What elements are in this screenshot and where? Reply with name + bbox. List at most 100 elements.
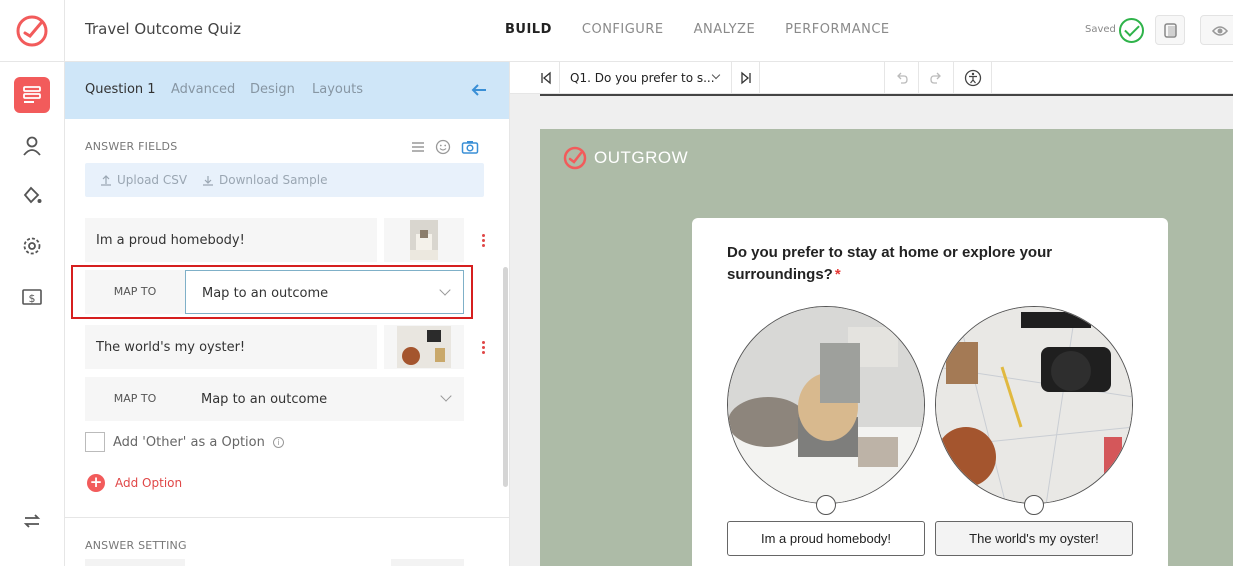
- rail-sync[interactable]: [14, 503, 50, 539]
- undo-button[interactable]: [884, 62, 919, 94]
- upload-csv-button[interactable]: Upload CSV: [117, 173, 187, 187]
- outgrow-logo-icon: [16, 15, 48, 47]
- option-2-map-row: MAP TO Map to an outcome: [85, 377, 464, 421]
- question-select[interactable]: Q1. Do you prefer to s...: [560, 62, 732, 94]
- saved-check-icon: [1119, 18, 1144, 43]
- undo-icon: [896, 72, 908, 84]
- option-2-outcome-select[interactable]: Map to an outcome: [185, 377, 464, 421]
- panel-scrollbar[interactable]: [503, 267, 508, 487]
- preview-button[interactable]: [1200, 15, 1233, 45]
- tab-question-1[interactable]: Question 1: [85, 82, 156, 97]
- answer-setting-field: [85, 559, 185, 566]
- choice-1-radio[interactable]: [816, 495, 836, 515]
- sync-icon: [23, 514, 41, 528]
- duplicate-button[interactable]: [1155, 15, 1185, 45]
- question-label: Do you prefer to stay at home or explore…: [727, 244, 1053, 283]
- choice-2-image[interactable]: [935, 306, 1133, 504]
- oyster-photo: [936, 307, 1132, 503]
- rail-builder[interactable]: [14, 77, 50, 113]
- rail-user[interactable]: [14, 128, 50, 164]
- download-icon: [203, 176, 213, 186]
- dollar-icon: $: [22, 289, 42, 305]
- copy-icon: [1164, 23, 1177, 38]
- top-bar: Travel Outcome Quiz BUILD CONFIGURE ANAL…: [0, 0, 1233, 62]
- divider: [65, 517, 509, 518]
- preview-top-stripe: [540, 94, 1233, 96]
- option-1-image[interactable]: [384, 218, 464, 262]
- question-select-value: Q1. Do you prefer to s...: [570, 71, 715, 85]
- first-question-button[interactable]: [532, 62, 560, 94]
- chevron-down-icon: [440, 390, 452, 402]
- list-icon[interactable]: [410, 139, 426, 155]
- gear-icon: [23, 237, 41, 255]
- preview-area: Q1. Do you prefer to s... OUTGROW Do you…: [510, 62, 1233, 566]
- rail-design[interactable]: [14, 177, 50, 213]
- option-2-image[interactable]: [384, 325, 464, 369]
- download-sample-button[interactable]: Download Sample: [219, 173, 327, 187]
- option-1-text[interactable]: Im a proud homebody!: [85, 218, 377, 262]
- paint-bucket-icon: [23, 186, 42, 204]
- user-icon: [23, 136, 41, 156]
- question-text: Do you prefer to stay at home or explore…: [727, 242, 1067, 286]
- tab-layouts[interactable]: Layouts: [312, 82, 363, 97]
- other-option-checkbox[interactable]: [85, 432, 105, 452]
- nav-performance[interactable]: PERFORMANCE: [785, 22, 889, 37]
- other-option-row: Add 'Other' as a Option i: [85, 432, 284, 452]
- saved-status-label: Saved: [1085, 24, 1116, 35]
- answer-setting-label: ANSWER SETTING: [85, 539, 187, 552]
- choice-1-button[interactable]: Im a proud homebody!: [727, 521, 925, 556]
- redo-icon: [930, 72, 941, 84]
- rail-billing[interactable]: $: [14, 280, 50, 316]
- info-icon[interactable]: i: [272, 436, 284, 448]
- back-arrow-icon[interactable]: [469, 80, 489, 100]
- tab-advanced[interactable]: Advanced: [171, 82, 235, 97]
- answer-setting-field: [391, 559, 464, 566]
- choice-2-radio[interactable]: [1024, 495, 1044, 515]
- option-2-text[interactable]: The world's my oyster!: [85, 325, 377, 369]
- option-1-menu-icon[interactable]: [482, 234, 486, 248]
- outgrow-logo-icon: [563, 146, 587, 170]
- redo-button[interactable]: [919, 62, 954, 94]
- eye-icon: [1211, 26, 1229, 36]
- choice-1-image[interactable]: [727, 306, 925, 504]
- tab-design[interactable]: Design: [250, 82, 295, 97]
- answer-fields-label: ANSWER FIELDS: [85, 140, 178, 153]
- add-option-button[interactable]: + Add Option: [87, 474, 182, 492]
- option-2-outcome-value: Map to an outcome: [201, 392, 328, 407]
- skip-back-icon: [540, 71, 551, 85]
- skip-forward-icon: [740, 71, 751, 85]
- builder-icon: [23, 86, 41, 103]
- option-2-menu-icon[interactable]: [482, 341, 486, 355]
- choice-2-button[interactable]: The world's my oyster!: [935, 521, 1133, 556]
- question-card: Do you prefer to stay at home or explore…: [692, 218, 1168, 566]
- oyster-thumbnail: [397, 326, 451, 368]
- homebody-thumbnail: [410, 220, 438, 260]
- svg-text:$: $: [29, 292, 36, 305]
- question-editor-panel: Question 1 Advanced Design Layouts ANSWE…: [65, 62, 510, 566]
- brand-name: OUTGROW: [594, 148, 689, 167]
- plus-icon: +: [87, 474, 105, 492]
- left-rail: $: [0, 62, 65, 566]
- emoji-icon[interactable]: [435, 139, 451, 155]
- highlight-box: [71, 265, 473, 319]
- homebody-photo: [728, 307, 924, 503]
- panel-tabs: Question 1 Advanced Design Layouts: [65, 62, 509, 119]
- add-option-label: Add Option: [115, 476, 183, 490]
- nav-build[interactable]: BUILD: [505, 22, 552, 37]
- app-logo[interactable]: [0, 0, 65, 62]
- preview-toolbar: Q1. Do you prefer to s...: [510, 62, 1233, 94]
- upload-icon: [101, 175, 111, 186]
- accessibility-button[interactable]: [954, 62, 992, 94]
- required-mark: *: [834, 266, 841, 283]
- nav-configure[interactable]: CONFIGURE: [582, 22, 664, 37]
- map-to-label: MAP TO: [113, 392, 157, 405]
- outgrow-brand: OUTGROW: [562, 145, 688, 171]
- upload-bar: Upload CSV Download Sample: [85, 163, 484, 197]
- accessibility-icon: [964, 69, 981, 87]
- camera-icon[interactable]: [461, 139, 479, 155]
- last-question-button[interactable]: [732, 62, 760, 94]
- quiz-title[interactable]: Travel Outcome Quiz: [85, 20, 241, 38]
- quiz-canvas: OUTGROW Do you prefer to stay at home or…: [540, 129, 1233, 566]
- nav-analyze[interactable]: ANALYZE: [694, 22, 756, 37]
- rail-settings[interactable]: [14, 228, 50, 264]
